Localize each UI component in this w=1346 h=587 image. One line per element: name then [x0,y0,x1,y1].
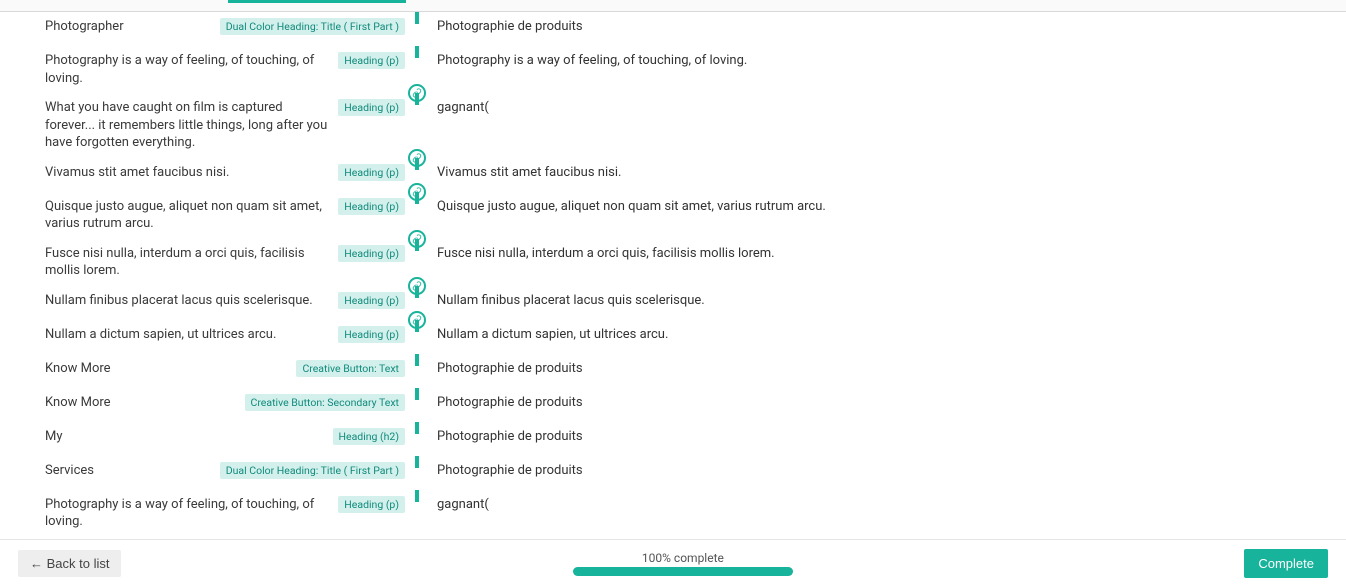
field-type-badge: Heading (h2) [333,428,405,445]
translation-row[interactable]: Quisque justo augue, aliquet non quam si… [45,192,1346,239]
source-text: Services [45,462,214,480]
translation-row[interactable]: My Heading (h2) Photographie de produits [45,422,1346,456]
target-text[interactable]: Nullam a dictum sapien, ut ultrices arcu… [429,326,1346,344]
translation-row[interactable]: Photography is a way of feeling, of touc… [45,46,1346,93]
source-text: My [45,428,327,446]
progress-label: 100% complete [642,551,724,565]
source-text: Photography is a way of feeling, of touc… [45,496,332,531]
source-text: Nullam finibus placerat lacus quis scele… [45,292,332,310]
translation-row[interactable]: Fusce nisi nulla, interdum a orci quis, … [45,239,1346,286]
source-text: Know More [45,394,239,412]
target-text[interactable]: Photography is a way of feeling, of touc… [429,52,1346,70]
translation-row[interactable]: Nullam finibus placerat lacus quis scele… [45,286,1346,320]
source-text: What you have caught on film is captured… [45,99,332,152]
field-type-badge: Dual Color Heading: Title ( First Part ) [220,18,405,35]
field-type-badge: Heading (p) [338,52,405,69]
translation-row[interactable]: Know More Creative Button: Secondary Text… [45,388,1346,422]
translation-row[interactable]: Photographer Dual Color Heading: Title ( … [45,12,1346,46]
source-text: Vivamus stit amet faucibus nisi. [45,164,332,182]
progress-bar [573,567,793,576]
translation-row[interactable]: Know More Creative Button: Text Photograph… [45,354,1346,388]
progress-indicator: 100% complete [121,551,1244,576]
translation-row[interactable]: Services Dual Color Heading: Title ( Firs… [45,456,1346,490]
target-text[interactable]: Photographie de produits [429,18,1346,36]
field-type-badge: Heading (p) [338,198,405,215]
source-text: Nullam a dictum sapien, ut ultrices arcu… [45,326,332,344]
target-text[interactable]: gagnant( [429,99,1346,117]
source-text: Fusce nisi nulla, interdum a orci quis, … [45,245,332,280]
target-text[interactable]: Photographie de produits [429,428,1346,446]
translation-content: Photographer Dual Color Heading: Title ( … [0,12,1346,539]
target-text[interactable]: Nullam finibus placerat lacus quis scele… [429,292,1346,310]
translation-row[interactable]: What you have caught on film is captured… [45,93,1346,158]
field-type-badge: Heading (p) [338,99,405,116]
field-type-badge: Heading (p) [338,245,405,262]
footer-bar: ← Back to list 100% complete Complete [0,539,1346,587]
source-text: Photographer [45,18,214,36]
target-text[interactable]: Vivamus stit amet faucibus nisi. [429,164,1346,182]
translation-row[interactable]: Vivamus stit amet faucibus nisi. Heading … [45,158,1346,192]
target-text[interactable]: Quisque justo augue, aliquet non quam si… [429,198,1346,216]
top-bar [0,0,1346,12]
target-text[interactable]: Photographie de produits [429,360,1346,378]
translation-row[interactable]: Photography is a way of feeling, of touc… [45,490,1346,537]
field-type-badge: Creative Button: Text [296,360,405,377]
complete-button[interactable]: Complete [1244,549,1328,578]
target-text[interactable]: Fusce nisi nulla, interdum a orci quis, … [429,245,1346,263]
target-text[interactable]: Photographie de produits [429,462,1346,480]
translation-row[interactable]: Nullam a dictum sapien, ut ultrices arcu… [45,320,1346,354]
field-type-badge: Creative Button: Secondary Text [245,394,406,411]
back-to-list-button[interactable]: ← Back to list [18,550,121,577]
source-text: Know More [45,360,290,378]
target-text[interactable]: gagnant( [429,496,1346,514]
field-type-badge: Heading (p) [338,292,405,309]
source-text: Quisque justo augue, aliquet non quam si… [45,198,332,233]
source-text: Photography is a way of feeling, of touc… [45,52,332,87]
field-type-badge: Dual Color Heading: Title ( First Part ) [220,462,405,479]
field-type-badge: Heading (p) [338,164,405,181]
field-type-badge: Heading (p) [338,326,405,343]
field-type-badge: Heading (p) [338,496,405,513]
target-text[interactable]: Photographie de produits [429,394,1346,412]
